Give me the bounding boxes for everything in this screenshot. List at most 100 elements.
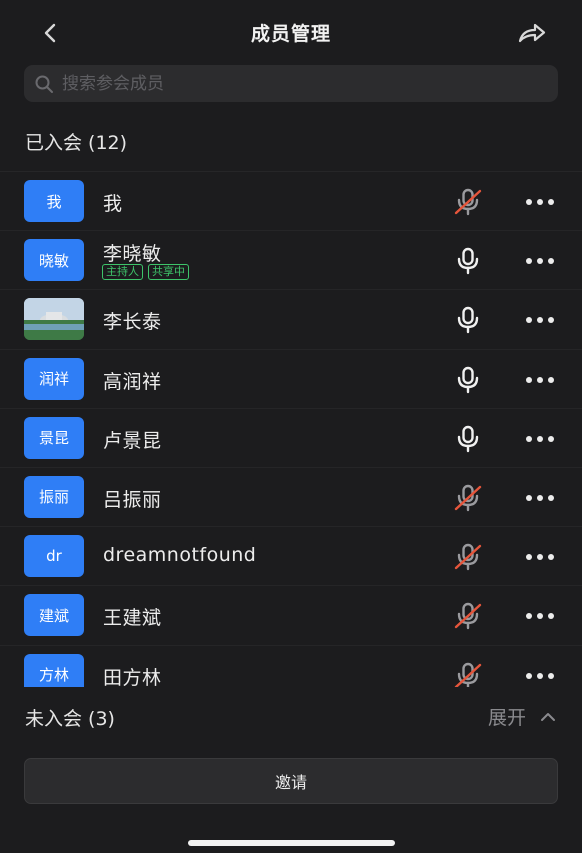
mic-muted-icon xyxy=(454,603,482,630)
mic-toggle-button[interactable] xyxy=(453,425,483,453)
more-dot-icon xyxy=(548,613,554,620)
avatar: 振丽 xyxy=(24,475,84,518)
not-joined-section[interactable]: 未入会 (3) 展开 xyxy=(0,687,582,745)
member-name: 我 xyxy=(103,193,123,215)
more-dot-icon xyxy=(548,258,554,265)
not-joined-title: 未入会 (3) xyxy=(25,708,115,730)
avatar: 景昆 xyxy=(24,416,84,459)
member-row[interactable]: dr dreamnotfound xyxy=(0,526,582,585)
expand-label: 展开 xyxy=(487,707,526,729)
avatar: 晓敏 xyxy=(24,239,84,282)
more-dot-icon xyxy=(526,199,532,205)
more-dot-icon xyxy=(526,494,532,501)
member-list: 我我晓敏 李晓敏 主持人 共享中 李长泰 润祥 高润祥 景昆 卢景昆 振丽 吕振丽 dr dreamno… xyxy=(0,171,582,687)
more-dot-icon xyxy=(548,554,554,561)
search-bar[interactable] xyxy=(24,65,558,102)
more-dot-icon xyxy=(548,376,554,383)
member-row[interactable]: 方林 田方林 xyxy=(0,644,582,688)
avatar: 我 xyxy=(24,180,84,222)
member-row[interactable]: 李长泰 xyxy=(0,289,582,348)
mic-toggle-button[interactable] xyxy=(453,188,483,216)
avatar: dr xyxy=(24,535,84,578)
member-name: 李晓敏 xyxy=(103,243,162,266)
header: 成员管理 xyxy=(0,0,582,62)
sharing-badge: 共享中 xyxy=(148,264,189,281)
avatar: 建斌 xyxy=(24,594,84,637)
joined-section-title: 已入会 (12) xyxy=(25,132,128,154)
mic-muted-icon xyxy=(454,662,482,687)
member-name: 吕振丽 xyxy=(103,488,162,511)
more-dot-icon xyxy=(526,554,532,561)
more-dot-icon xyxy=(526,672,532,679)
more-dot-icon xyxy=(537,494,543,501)
member-row[interactable]: 我我 xyxy=(0,171,582,230)
mic-toggle-button[interactable] xyxy=(453,543,483,571)
mic-muted-icon xyxy=(454,484,482,512)
more-options-button[interactable] xyxy=(520,662,560,688)
invite-area: 邀请 xyxy=(0,745,582,853)
more-dot-icon xyxy=(526,435,532,442)
avatar: 方林 xyxy=(24,653,84,687)
more-options-button[interactable] xyxy=(520,306,560,334)
more-dot-icon xyxy=(526,376,532,383)
member-name: 王建斌 xyxy=(103,607,162,630)
more-dot-icon xyxy=(537,554,543,561)
mic-icon xyxy=(457,307,479,334)
avatar xyxy=(24,298,84,341)
more-dot-icon xyxy=(537,672,543,679)
mic-muted-icon xyxy=(454,543,482,571)
home-indicator xyxy=(188,840,395,846)
more-dot-icon xyxy=(548,672,554,679)
avatar: 润祥 xyxy=(24,357,84,400)
more-dot-icon xyxy=(526,613,532,620)
mic-toggle-button[interactable] xyxy=(453,306,483,334)
more-options-button[interactable] xyxy=(520,602,560,630)
more-options-button[interactable] xyxy=(520,188,560,216)
more-dot-icon xyxy=(537,317,543,324)
more-options-button[interactable] xyxy=(520,247,560,275)
member-name: 高润祥 xyxy=(103,370,162,393)
mic-icon xyxy=(457,366,479,393)
chevron-up-icon xyxy=(541,712,555,721)
more-dot-icon xyxy=(548,317,554,324)
more-dot-icon xyxy=(526,258,532,265)
mic-toggle-button[interactable] xyxy=(453,247,483,275)
mic-icon xyxy=(457,247,479,275)
more-dot-icon xyxy=(548,435,554,442)
more-dot-icon xyxy=(537,376,543,383)
page-title: 成员管理 xyxy=(250,23,331,45)
more-dot-icon xyxy=(537,613,543,620)
more-dot-icon xyxy=(537,199,543,205)
member-name: 田方林 xyxy=(103,666,162,688)
mic-toggle-button[interactable] xyxy=(453,602,483,630)
mic-toggle-button[interactable] xyxy=(453,662,483,687)
mic-muted-icon xyxy=(454,188,482,216)
mic-toggle-button[interactable] xyxy=(453,484,483,512)
share-arrow-icon xyxy=(518,23,546,43)
member-row[interactable]: 振丽 吕振丽 xyxy=(0,466,582,526)
invite-button[interactable]: 邀请 xyxy=(24,758,558,804)
more-dot-icon xyxy=(548,199,554,205)
host-badge: 主持人 xyxy=(102,264,143,281)
search-icon xyxy=(35,75,53,93)
more-options-button[interactable] xyxy=(520,484,560,512)
member-row[interactable]: 润祥 高润祥 xyxy=(0,348,582,408)
more-options-button[interactable] xyxy=(520,366,560,394)
member-row[interactable]: 晓敏 李晓敏 主持人 共享中 xyxy=(0,230,582,289)
expand-button[interactable]: 展开 xyxy=(488,703,556,730)
mic-toggle-button[interactable] xyxy=(453,366,483,394)
share-button[interactable] xyxy=(516,18,548,48)
member-row[interactable]: 建斌 王建斌 xyxy=(0,585,582,644)
more-options-button[interactable] xyxy=(520,425,560,453)
member-tags: 主持人 共享中 xyxy=(102,264,189,281)
member-name: dreamnotfound xyxy=(103,544,257,567)
search-input[interactable] xyxy=(62,73,522,94)
more-dot-icon xyxy=(526,317,532,324)
member-row[interactable]: 景昆 卢景昆 xyxy=(0,407,582,467)
more-options-button[interactable] xyxy=(520,543,560,571)
more-dot-icon xyxy=(537,435,543,442)
more-dot-icon xyxy=(548,494,554,501)
more-dot-icon xyxy=(537,258,543,265)
member-name: 卢景昆 xyxy=(103,429,162,452)
mic-icon xyxy=(457,425,479,452)
